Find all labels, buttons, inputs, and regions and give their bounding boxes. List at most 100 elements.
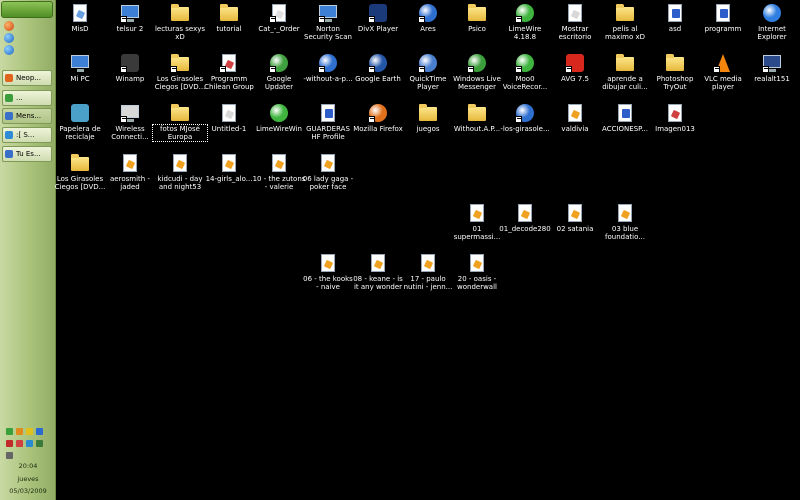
shortcut-arrow-icon	[418, 66, 425, 73]
taskbar: Neop... ... Mens... :[ S... Tu Es... 20:…	[0, 0, 56, 500]
desktop-icon[interactable]: realalt151	[745, 53, 799, 83]
dlink-wireless-icon	[120, 103, 140, 123]
desktop-icon[interactable]: LimeWireWin	[252, 103, 306, 133]
desktop-icon[interactable]: kidcudi - day and night53	[153, 153, 207, 191]
desktop-icon-label: Mostrar escritorio	[558, 25, 592, 41]
desktop-icon[interactable]: Mozilla Firefox	[351, 103, 405, 133]
desktop-icon[interactable]: Moo0 VoiceRecor...	[498, 53, 552, 91]
messenger-icon	[467, 53, 487, 73]
desktop-icon[interactable]: asd	[648, 3, 702, 33]
desktop-icon[interactable]: Norton Security Scan	[301, 3, 355, 41]
desktop-icon-label: MisD	[71, 25, 89, 33]
desktop-icon[interactable]: Imagen013	[648, 103, 702, 133]
desktop-icon[interactable]: 17 - paulo nutini - jenn...	[401, 253, 455, 291]
messenger-tray-icon[interactable]	[36, 428, 43, 435]
desktop-icon-label: kidcudi - day and night53	[157, 175, 203, 191]
desktop-icon[interactable]: telsur 2	[103, 3, 157, 33]
desktop-icon[interactable]: 01_decode280	[498, 203, 552, 233]
desktop-icon[interactable]: 06 - the kooks - naive	[301, 253, 355, 291]
desktop-icon[interactable]: LimeWire 4.18.8	[498, 3, 552, 41]
desktop-icon[interactable]: aprende a dibujar culi...	[598, 53, 652, 91]
network-tray-icon[interactable]	[6, 428, 13, 435]
desktop-icon[interactable]: ACCIONESP...	[598, 103, 652, 133]
desktop-icon[interactable]: Google Updater	[252, 53, 306, 91]
desktop-icon[interactable]: Winamp	[103, 53, 157, 83]
desktop-icon[interactable]: QuickTime Player	[401, 53, 455, 91]
desktop-icon[interactable]: Programm Chilean Group	[202, 53, 256, 91]
desktop-icon[interactable]: valdivia	[548, 103, 602, 133]
desktop-icon[interactable]: -los-girasole...	[498, 103, 552, 133]
shortcut-arrow-icon	[418, 16, 425, 23]
desktop-icon[interactable]: Without.A.P...	[450, 103, 504, 133]
internet-explorer-quicklaunch-icon[interactable]	[4, 33, 14, 43]
desktop-icon[interactable]: tutorial	[202, 3, 256, 33]
desktop-icon[interactable]: Internet Explorer	[745, 3, 799, 41]
wireless-tray-icon[interactable]	[26, 440, 33, 447]
shortcut-arrow-icon	[515, 116, 522, 123]
desktop-icon-label: Without.A.P...	[453, 125, 501, 133]
desktop-icon[interactable]: Cat_-_Order	[252, 3, 306, 33]
desktop-icon[interactable]: Psico	[450, 3, 504, 33]
desktop-icon[interactable]: Windows Live Messenger	[450, 53, 504, 91]
volume-tray-icon[interactable]	[6, 440, 13, 447]
taskbar-item-messenger[interactable]: Mens...	[2, 108, 52, 124]
desktop-icon[interactable]: VLC media player	[696, 53, 750, 91]
security-tray-icon[interactable]	[16, 440, 23, 447]
audio-file-icon	[120, 153, 140, 173]
folder-icon	[665, 53, 685, 73]
shield-tray-icon[interactable]	[26, 428, 33, 435]
desktop-icon[interactable]: Wireless Connecti...	[103, 103, 157, 141]
desktop-icon-label: Los Girasoles Ciegos [DVD...	[54, 175, 106, 191]
shortcut-arrow-icon	[269, 66, 276, 73]
desktop-icon-label: LimeWire 4.18.8	[508, 25, 542, 41]
desktop-icon[interactable]: -without-a-p...	[301, 53, 355, 83]
firefox-quicklaunch-icon[interactable]	[4, 21, 14, 31]
desktop-icon-label: QuickTime Player	[409, 75, 447, 91]
start-button[interactable]	[1, 1, 53, 18]
desktop-icon[interactable]: 08 - keane - is it any wonder	[351, 253, 405, 291]
internet-explorer-quicklaunch-icon[interactable]	[4, 45, 14, 55]
document-icon	[219, 103, 239, 123]
desktop-icon-label: -los-girasole...	[500, 125, 550, 133]
desktop-icon-label: Untitled-1	[211, 125, 247, 133]
desktop-icon[interactable]: 20 - oasis - wonderwall	[450, 253, 504, 291]
desktop-icon[interactable]: GUARDERAS HF Profile	[301, 103, 355, 141]
taskbar-item-neopets[interactable]: Neop...	[2, 70, 52, 86]
desktop-icon[interactable]: programm	[696, 3, 750, 33]
desktop-icon[interactable]: Los Girasoles Ciegos [DVD...	[53, 153, 107, 191]
desktop-icon[interactable]: pelis al maximo xD	[598, 3, 652, 41]
clock-time[interactable]: 20:04	[0, 462, 56, 470]
vlc-icon	[713, 53, 733, 73]
desktop-icon[interactable]: aerosmith - jaded	[103, 153, 157, 191]
desktop-icon-label: telsur 2	[116, 25, 144, 33]
desktop-icon[interactable]: 06 lady gaga - poker face	[301, 153, 355, 191]
norton-icon	[318, 3, 338, 23]
desktop-icon[interactable]: Mostrar escritorio	[548, 3, 602, 41]
desktop-icon[interactable]: fotos MJosé Europa	[152, 103, 208, 142]
taskbar-item-tu-espacio[interactable]: Tu Es...	[2, 146, 52, 162]
desktop-icon[interactable]: juegos	[401, 103, 455, 133]
tool-tray-icon[interactable]	[6, 452, 13, 459]
desktop-icon[interactable]: 03 blue foundatio...	[598, 203, 652, 241]
desktop-icon[interactable]: Papelera de reciclaje	[53, 103, 107, 141]
desktop-icon[interactable]: Photoshop TryOut	[648, 53, 702, 91]
desktop-icon[interactable]: Los Girasoles Ciegos [DVD...	[153, 53, 207, 91]
avg-icon	[565, 53, 585, 73]
desktop-icon[interactable]: Google Earth	[351, 53, 405, 83]
desktop-icon[interactable]: Ares	[401, 3, 455, 33]
desktop-icon[interactable]: Mi PC	[53, 53, 107, 83]
desktop-icon[interactable]: 01 supermassi...	[450, 203, 504, 241]
taskbar-item-chat[interactable]: :[ S...	[2, 127, 52, 143]
desktop-icon[interactable]: DivX Player	[351, 3, 405, 33]
update-tray-icon[interactable]	[36, 440, 43, 447]
taskbar-item-messenger-contact[interactable]: ...	[2, 90, 52, 106]
avg-tray-icon[interactable]	[16, 428, 23, 435]
desktop-icon[interactable]: lecturas sexys xD	[153, 3, 207, 41]
desktop-icon[interactable]: AVG 7.5	[548, 53, 602, 83]
desktop-icon[interactable]: 14-girls_alo...	[202, 153, 256, 183]
desktop-icon[interactable]: 02 satania	[548, 203, 602, 233]
desktop-icon[interactable]: MisD	[53, 3, 107, 33]
folder-icon	[615, 53, 635, 73]
desktop-icon[interactable]: Untitled-1	[202, 103, 256, 133]
desktop-icon[interactable]: 10 - the zutons - valerie	[252, 153, 306, 191]
